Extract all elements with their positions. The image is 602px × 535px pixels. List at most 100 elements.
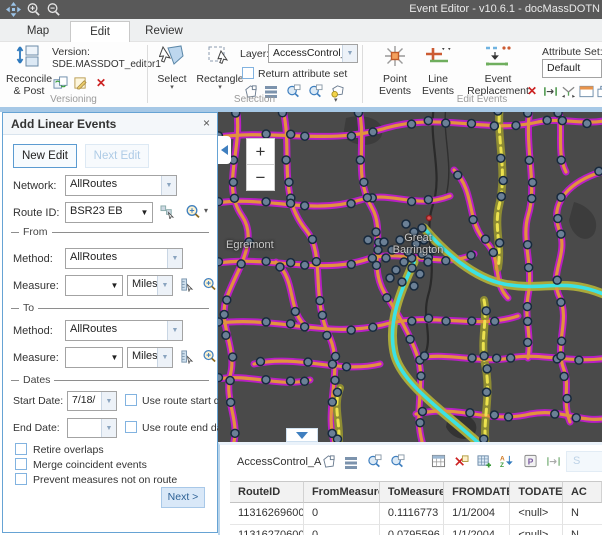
cell-todate[interactable]: <null>: [510, 503, 563, 525]
route-id-label: Route ID:: [13, 207, 59, 219]
to-measure-combo[interactable]: ▼: [65, 347, 123, 368]
table-toolbar: AccessControl_A AZ: [220, 445, 602, 479]
attribute-set-dropdown[interactable]: Default: [542, 59, 602, 78]
table-add-rows-icon[interactable]: [476, 453, 492, 469]
from-measure-combo[interactable]: ▼: [65, 275, 123, 296]
cell-frommeasure[interactable]: 0: [304, 503, 380, 525]
table-span-icon[interactable]: [545, 453, 561, 469]
pan-icon[interactable]: [4, 2, 22, 18]
column-header-tomeasure[interactable]: ToMeasure: [380, 481, 444, 503]
cell-ac[interactable]: N: [563, 503, 602, 525]
network-label: Network:: [13, 180, 56, 192]
from-measure-pick-icon[interactable]: [179, 277, 195, 293]
map-zoom-in-button[interactable]: +: [246, 138, 275, 165]
to-method-value: AllRoutes: [66, 321, 167, 340]
table-clear-selected-icon[interactable]: [453, 453, 469, 469]
from-method-label: Method:: [13, 253, 53, 265]
next-edit-button[interactable]: Next Edit: [85, 144, 149, 168]
event-replacement-label-1: Event: [485, 73, 512, 85]
network-dropdown[interactable]: AllRoutes ▼: [65, 175, 177, 196]
from-method-dropdown[interactable]: AllRoutes ▼: [65, 248, 183, 269]
from-units-caret-icon: ▼: [157, 276, 172, 295]
return-attribute-set-checkbox[interactable]: [242, 67, 254, 79]
from-measure-zoom-icon[interactable]: [201, 276, 217, 292]
reconcile-icon[interactable]: [52, 75, 68, 91]
collapse-panel-button[interactable]: [218, 136, 231, 164]
end-date-combo[interactable]: ▼: [67, 418, 117, 438]
ribbon-tabstrip: Map Edit Review: [0, 19, 602, 42]
from-units-dropdown[interactable]: Miles ▼: [127, 275, 173, 296]
delete-version-icon[interactable]: ✕: [93, 75, 109, 91]
merge-coincident-checkbox[interactable]: [15, 458, 27, 470]
select-button[interactable]: Select ▾: [152, 44, 192, 91]
column-header-routeid[interactable]: RouteID: [230, 481, 304, 503]
table-list-icon[interactable]: [343, 454, 359, 470]
table-row[interactable]: 11316270600 0 0.0795596 1/1/2004 <null> …: [230, 525, 602, 535]
layer-dropdown[interactable]: AccessControl_A ▼: [268, 44, 358, 63]
table-calculate-icon[interactable]: [430, 453, 446, 469]
retire-overlaps-checkbox[interactable]: [15, 443, 27, 455]
line-events-button[interactable]: Line Events: [419, 44, 457, 97]
table-select-polygon-icon[interactable]: [320, 453, 336, 469]
zoom-route-caret-icon[interactable]: ▾: [204, 208, 208, 214]
point-events-button[interactable]: Point Events: [374, 44, 416, 97]
start-date-label: Start Date:: [13, 395, 63, 407]
reconcile-post-button[interactable]: Reconcile & Post: [6, 44, 52, 97]
cell-tomeasure[interactable]: 0.0795596: [380, 525, 444, 535]
zoom-in-icon[interactable]: [24, 2, 42, 18]
route-id-dropdown[interactable]: BSR23 EB ▼: [65, 202, 153, 223]
new-version-icon[interactable]: [72, 75, 88, 91]
map-zoom-out-button[interactable]: −: [246, 164, 275, 191]
column-header-frommeasure[interactable]: FromMeasure: [304, 481, 380, 503]
end-date-value: [68, 419, 101, 437]
column-header-ac[interactable]: AC: [563, 481, 602, 503]
to-measure-zoom-icon[interactable]: [201, 348, 217, 364]
attribute-set-value: Default: [543, 60, 601, 77]
panel-title: Add Linear Events: [11, 117, 116, 131]
next-button[interactable]: Next >: [161, 487, 205, 508]
cell-tomeasure[interactable]: 0.1116773: [380, 503, 444, 525]
start-date-combo[interactable]: 7/18/ ▼: [67, 391, 117, 411]
use-route-start-checkbox[interactable]: [125, 394, 137, 406]
table-zoom-selected-icon[interactable]: [366, 453, 382, 469]
cell-frommeasure[interactable]: 0: [304, 525, 380, 535]
cell-todate[interactable]: <null>: [510, 525, 563, 535]
to-measure-pick-icon[interactable]: [179, 349, 195, 365]
close-icon[interactable]: ×: [203, 116, 210, 130]
cell-fromdate[interactable]: 1/1/2004: [444, 503, 510, 525]
ribbon: Reconcile & Post Version: SDE.MASSDOT_ed…: [0, 42, 602, 107]
to-units-dropdown[interactable]: Miles ▼: [127, 347, 173, 368]
to-method-dropdown[interactable]: AllRoutes ▼: [65, 320, 183, 341]
tab-map[interactable]: Map: [14, 21, 62, 42]
collapse-table-button[interactable]: [286, 428, 318, 442]
tab-review[interactable]: Review: [138, 21, 190, 42]
to-measure-caret-icon: ▼: [107, 348, 122, 367]
select-route-icon[interactable]: [159, 204, 175, 220]
prevent-measures-label: Prevent measures not on route: [33, 474, 177, 486]
cell-fromdate[interactable]: 1/1/2004: [444, 525, 510, 535]
map-canvas[interactable]: Egremont Great Barrington + −: [218, 112, 602, 442]
line-events-label-1: Line: [428, 73, 448, 85]
table-row[interactable]: 11316269600 0 0.1116773 1/1/2004 <null> …: [230, 503, 602, 525]
from-section-label: From: [23, 226, 48, 238]
use-route-end-checkbox[interactable]: [125, 421, 137, 433]
table-identify-icon[interactable]: P: [522, 453, 538, 469]
zoom-route-icon[interactable]: [185, 203, 201, 219]
cell-routeid[interactable]: 11316269600: [230, 503, 304, 525]
zoom-out-icon[interactable]: [44, 2, 62, 18]
new-edit-button[interactable]: New Edit: [13, 144, 77, 168]
table-sort-icon[interactable]: AZ: [499, 453, 515, 469]
cell-ac[interactable]: N: [563, 525, 602, 535]
tab-edit[interactable]: Edit: [70, 21, 130, 42]
prevent-measures-checkbox[interactable]: [15, 473, 27, 485]
edit-events-group-label: Edit Events: [362, 94, 602, 105]
layer-label: Layer:: [240, 48, 269, 60]
attribute-table-panel: AccessControl_A AZ: [218, 442, 602, 535]
rectangle-button[interactable]: Rectangle ▾: [194, 44, 246, 91]
cell-routeid[interactable]: 11316270600: [230, 525, 304, 535]
table-pan-selected-icon[interactable]: [389, 453, 405, 469]
panel-header: Add Linear Events ×: [3, 113, 217, 135]
column-header-fromdate[interactable]: FROMDATE: [444, 481, 510, 503]
column-header-todate[interactable]: TODATE: [510, 481, 563, 503]
town-label-egremont: Egremont: [226, 239, 274, 251]
